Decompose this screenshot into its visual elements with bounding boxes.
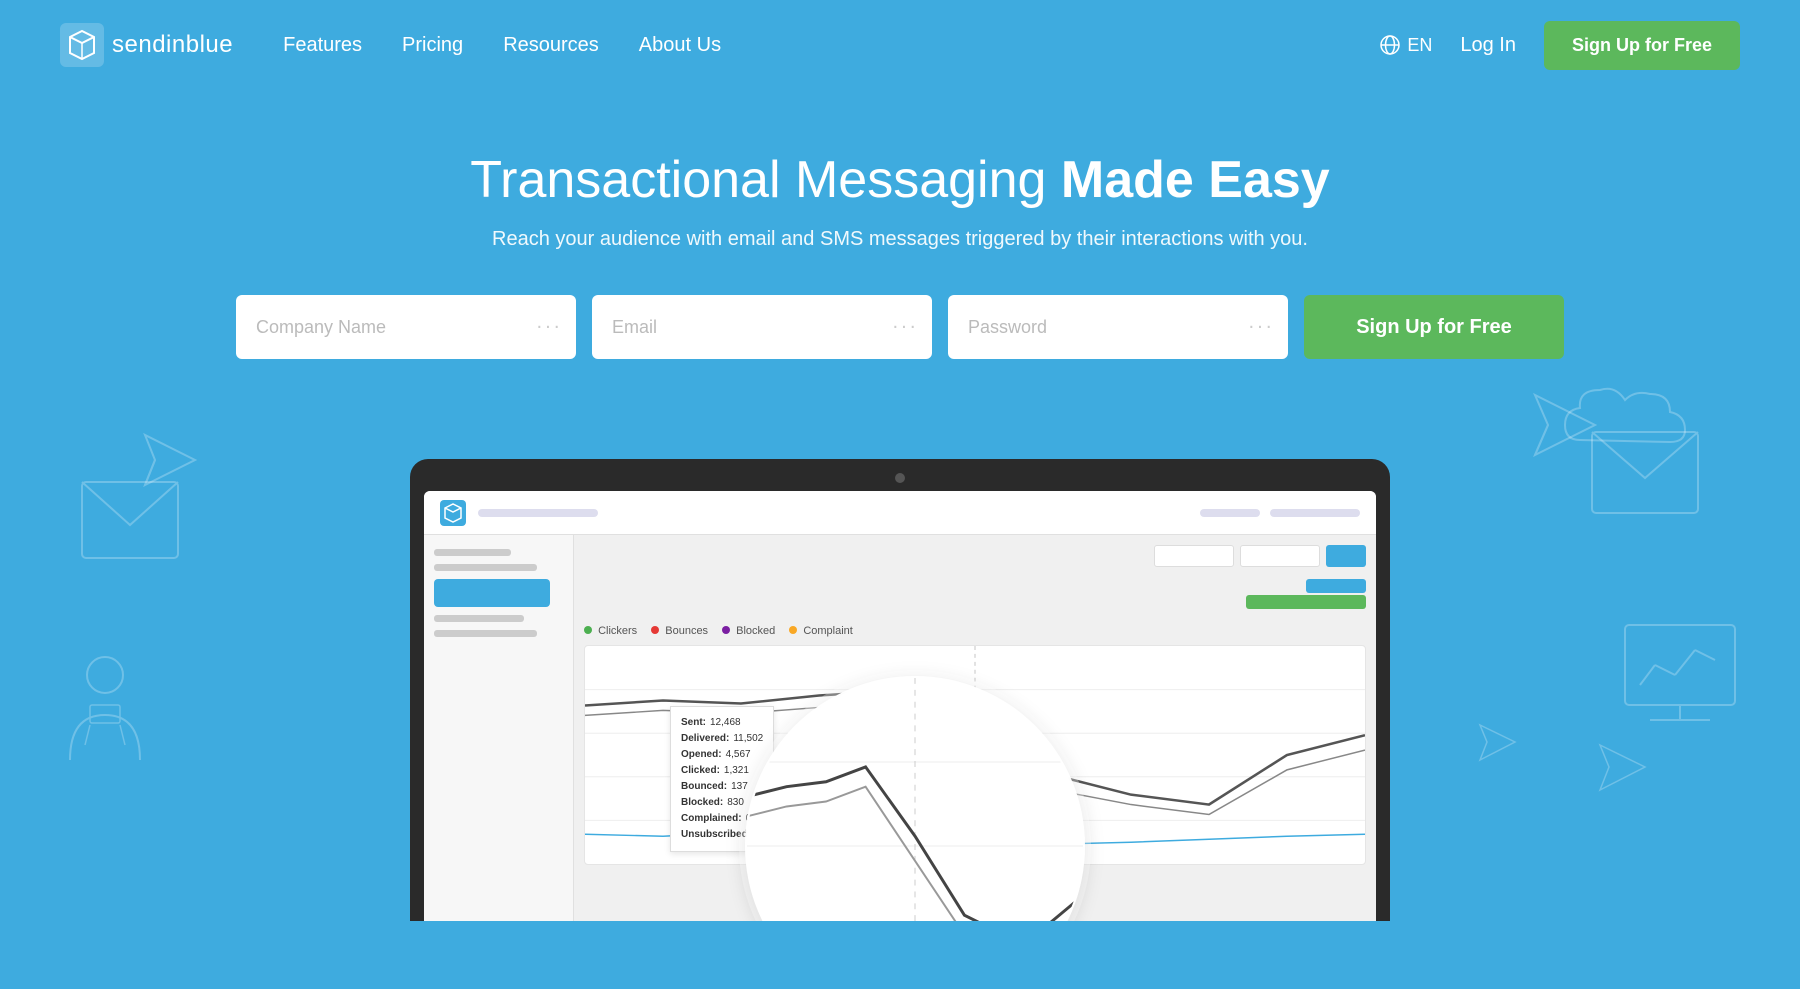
company-name-dots: ··· (536, 316, 562, 339)
chart-legend: Clickers Bounces Blocked Complaint (584, 625, 1366, 637)
laptop-camera (895, 473, 905, 483)
screen-nav-right (1200, 509, 1360, 517)
complained-label: Complained: (681, 811, 742, 827)
login-link[interactable]: Log In (1460, 34, 1516, 57)
email-input[interactable] (592, 295, 932, 359)
language-label: EN (1407, 35, 1432, 56)
password-dots: ··· (1248, 316, 1274, 339)
blocked-label: Blocked: (681, 795, 723, 811)
screen-logo-icon (440, 500, 466, 526)
filter-box-2 (1240, 545, 1320, 567)
laptop-mockup: Clickers Bounces Blocked Complaint (0, 459, 1800, 921)
company-name-input[interactable] (236, 295, 576, 359)
complaint-dot (789, 626, 797, 634)
magnifier-content (747, 678, 1083, 921)
chart-area: Sent: 12,468 Delivered: 11,502 Opened: 4… (584, 645, 1366, 865)
clickers-label: Clickers (598, 625, 637, 637)
logo-text: sendinblue (112, 31, 233, 59)
nav-links: Features Pricing Resources About Us (283, 34, 1379, 57)
blocked-dot (722, 626, 730, 634)
sidebar-item-2 (434, 564, 537, 571)
email-dots: ··· (892, 316, 918, 339)
opened-label: Opened: (681, 747, 722, 763)
hero-title-normal: Transactional Messaging (470, 151, 1061, 209)
screen-blue-bar (1306, 579, 1366, 593)
hero-title-bold: Made Easy (1061, 151, 1330, 209)
laptop-frame: Clickers Bounces Blocked Complaint (410, 459, 1390, 921)
magnifier-overlay (745, 676, 1085, 921)
password-wrap: ··· (948, 295, 1288, 359)
delivered-label: Delivered: (681, 731, 729, 747)
language-selector[interactable]: EN (1379, 34, 1432, 56)
magnifier-chart (747, 678, 1083, 921)
complaint-label: Complaint (803, 625, 853, 637)
blocked-value: 830 (727, 795, 744, 811)
sidebar-item-1 (434, 549, 511, 556)
logo-icon (60, 23, 104, 67)
clicked-label: Clicked: (681, 763, 720, 779)
clickers-dot (584, 626, 592, 634)
logo[interactable]: sendinblue (60, 23, 233, 67)
company-name-wrap: ··· (236, 295, 576, 359)
password-input[interactable] (948, 295, 1288, 359)
bounces-dot (651, 626, 659, 634)
paper-plane-top-right (1530, 390, 1600, 465)
legend-blocked: Blocked (722, 625, 775, 637)
screen-nav-sm1 (1200, 509, 1260, 517)
nav-pricing[interactable]: Pricing (402, 34, 463, 57)
screen-sidebar (424, 535, 574, 921)
nav-right: EN Log In Sign Up for Free (1379, 21, 1740, 70)
signup-button-hero[interactable]: Sign Up for Free (1304, 295, 1564, 359)
sidebar-item-3 (434, 615, 524, 622)
blocked-label: Blocked (736, 625, 775, 637)
screen-nav-md1 (1270, 509, 1360, 517)
nav-about[interactable]: About Us (639, 34, 721, 57)
legend-bounces: Bounces (651, 625, 708, 637)
email-wrap: ··· (592, 295, 932, 359)
screen-topbar (424, 491, 1376, 535)
laptop-screen: Clickers Bounces Blocked Complaint (424, 491, 1376, 921)
unsubscribed-label: Unsubscribed: (681, 827, 751, 843)
filter-box-1 (1154, 545, 1234, 567)
hero-subtitle: Reach your audience with email and SMS m… (20, 228, 1780, 251)
sent-value: 12,468 (710, 715, 741, 731)
screen-body: Clickers Bounces Blocked Complaint (424, 535, 1376, 921)
legend-clickers: Clickers (584, 625, 637, 637)
sent-label: Sent: (681, 715, 706, 731)
signup-button-nav[interactable]: Sign Up for Free (1544, 21, 1740, 70)
filter-apply-btn (1326, 545, 1366, 567)
clicked-value: 1,321 (724, 763, 749, 779)
bounced-value: 137 (731, 779, 748, 795)
navbar: sendinblue Features Pricing Resources Ab… (0, 0, 1800, 90)
screen-filter-area (1154, 545, 1366, 567)
sidebar-item-active (434, 579, 550, 607)
legend-complaint: Complaint (789, 625, 853, 637)
hero-title: Transactional Messaging Made Easy (20, 150, 1780, 210)
screen-green-bar (1246, 595, 1366, 609)
nav-resources[interactable]: Resources (503, 34, 599, 57)
bounces-label: Bounces (665, 625, 708, 637)
signup-form: ··· ··· ··· Sign Up for Free (20, 295, 1780, 359)
screen-main-content: Clickers Bounces Blocked Complaint (574, 535, 1376, 921)
bounced-label: Bounced: (681, 779, 727, 795)
globe-icon (1379, 34, 1401, 56)
sidebar-item-4 (434, 630, 537, 637)
nav-features[interactable]: Features (283, 34, 362, 57)
screen-nav-bar (478, 509, 598, 517)
